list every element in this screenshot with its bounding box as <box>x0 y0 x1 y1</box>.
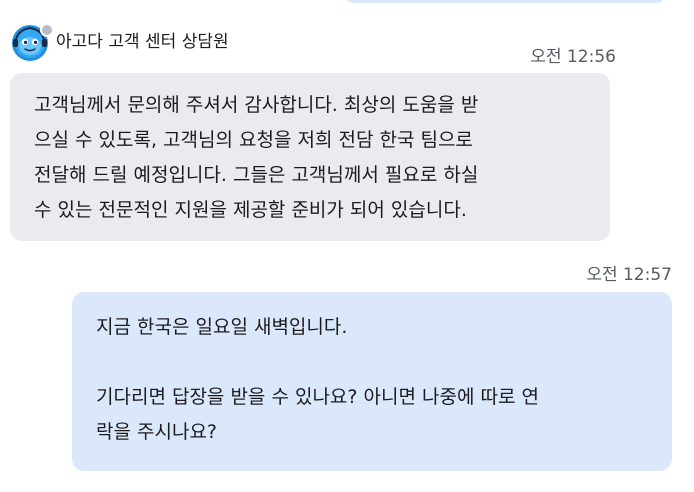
user-message-bubble[interactable]: 지금 한국은 일요일 새벽입니다. 기다리면 답장을 받을 수 있나요? 아니면… <box>72 292 672 471</box>
agent-header: 아고다 고객 센터 상담원 <box>10 22 229 62</box>
chat-window: 아고다 고객 센터 상담원 오전 12:56 고객님께서 문의해 주셔서 감사합… <box>0 0 694 492</box>
message-line: 기다리면 답장을 받을 수 있나요? 아니면 나중에 따로 연 <box>96 386 539 408</box>
message-line: 고객님께서 문의해 주셔서 감사합니다. 최상의 도움을 받 <box>34 94 479 116</box>
message-line: 수 있는 전문적인 지원을 제공할 준비가 되어 있습니다. <box>34 199 467 221</box>
message-line: 으실 수 있도록, 고객님의 요청을 저희 전담 한국 팀으로 <box>34 129 473 151</box>
message-line: 전달해 드릴 예정입니다. 그들은 고객님께서 필요로 하실 <box>34 164 479 186</box>
agent-avatar[interactable] <box>10 22 54 62</box>
status-dot <box>40 23 54 37</box>
message-line: 락을 주시나요? <box>96 421 218 443</box>
agent-message-bubble[interactable]: 고객님께서 문의해 주셔서 감사합니다. 최상의 도움을 받 으실 수 있도록,… <box>10 73 610 241</box>
user-message-timestamp: 오전 12:57 <box>586 265 672 285</box>
agent-message-timestamp: 오전 12:56 <box>530 47 616 67</box>
agent-name: 아고다 고객 센터 상담원 <box>56 31 229 52</box>
previous-message-bubble <box>344 0 666 3</box>
message-line: 지금 한국은 일요일 새벽입니다. <box>96 316 348 338</box>
